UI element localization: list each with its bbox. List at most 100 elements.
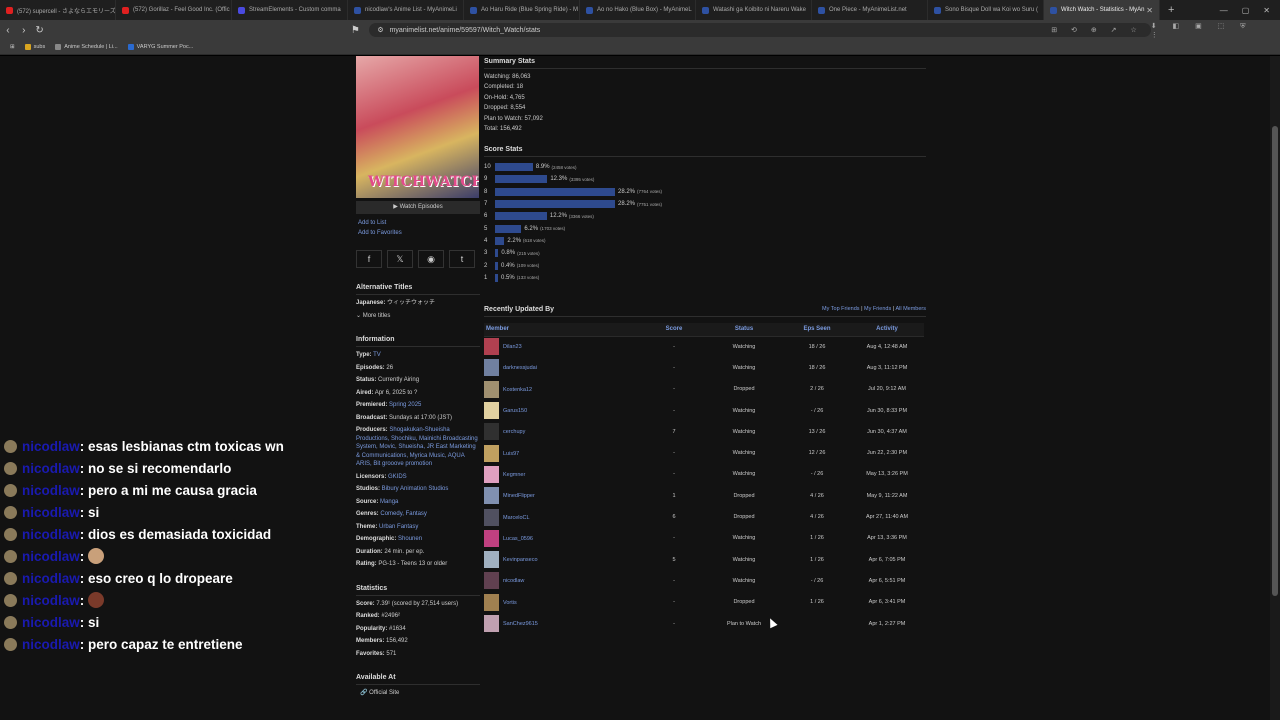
avatar[interactable] [484,529,499,547]
tab-favicon-icon [6,6,13,14]
browser-tab[interactable]: Sono Bisque Doll wa Koi wo Suru ( [928,0,1044,20]
add-to-favorites-link[interactable]: Add to Favorites [356,230,480,236]
back-icon[interactable]: ‹ [0,25,16,36]
extensions-icons[interactable]: ⬇ ◧ ▣ ⬚ ⛨ ⋮ [1151,22,1280,39]
apps-icon[interactable]: ⊞ [10,44,15,50]
browser-tab[interactable]: (572) Gorillaz - Feel Good Inc. (Offic [116,0,232,20]
member-name-link[interactable]: nicodlaw [503,578,524,584]
site-info-icon[interactable]: ⚙ [377,26,383,34]
available-at-heading: Available At [356,674,480,685]
top-friends-link[interactable]: My Top Friends [822,306,860,312]
facebook-icon[interactable]: f [356,250,382,268]
info-value[interactable]: TV [373,352,381,358]
member-activity: Apr 6, 3:41 PM [868,599,906,606]
friends-link[interactable]: My Friends [864,306,891,312]
browser-tab[interactable]: Witch Watch - Statistics - MyAn ✕ [1044,0,1160,20]
info-row: Genres: Comedy, Fantasy [356,510,480,519]
avatar[interactable] [484,551,499,569]
avatar[interactable] [484,508,499,526]
member-name-link[interactable]: Kevinpanseco [503,557,538,563]
watch-episodes-button[interactable]: ▶ Watch Episodes [356,201,480,214]
member-name-link[interactable]: Vortis [503,600,517,606]
info-value[interactable]: Shogakukan-Shueisha Productions, Shochik… [356,427,478,467]
bookmark-icon[interactable]: ⚑ [347,25,363,36]
member-name-link[interactable]: Garus150 [503,408,527,414]
info-value[interactable]: Comedy, Fantasy [380,511,427,517]
scrollbar[interactable] [1270,56,1280,720]
member-name-link[interactable]: MinedFlipper [503,493,535,499]
info-value: Sundays at 17:00 (JST) [389,414,453,421]
column-member[interactable]: Member [484,323,644,337]
member-activity: Apr 27, 11:40 AM [865,514,909,521]
member-name-link[interactable]: Kegmner [503,472,525,478]
column-score[interactable]: Score [644,323,704,337]
info-value[interactable]: Bibury Animation Studios [382,486,449,492]
member-name-link[interactable]: Lucas_0596 [503,536,533,542]
info-value[interactable]: Shounen [398,536,422,542]
avatar[interactable] [484,338,499,356]
avatar[interactable] [484,402,499,420]
member-name-link[interactable]: cerchupy [503,429,525,435]
maximize-icon[interactable]: ▢ [1242,6,1250,15]
add-to-list-link[interactable]: Add to List [356,220,480,226]
all-members-link[interactable]: All Members [895,306,926,312]
more-titles-link[interactable]: ⌄ More titles [356,312,480,321]
new-tab-icon[interactable]: + [1160,4,1182,16]
member-name-link[interactable]: Luis97 [503,451,519,457]
browser-tab[interactable]: Ao Haru Ride (Blue Spring Ride) - M [464,0,580,20]
official-site-link[interactable]: 🔗 Official Site [356,689,480,698]
avatar[interactable] [484,487,499,505]
tab-favicon-icon [934,6,941,14]
bookmark-item[interactable]: Anime Schedule | Li... [55,44,118,50]
browser-tab[interactable]: Watashi ga Koibito ni Nareru Wake [696,0,812,20]
avatar[interactable] [484,444,499,462]
member-activity: Aug 3, 11:12 PM [866,364,908,371]
avatar[interactable] [484,423,499,441]
avatar[interactable] [484,359,499,377]
avatar[interactable] [484,465,499,483]
x-twitter-icon[interactable]: 𝕏 [387,250,413,268]
close-tab-icon[interactable]: ✕ [1146,6,1153,15]
avatar[interactable] [484,593,499,611]
browser-tab[interactable]: One Piece - MyAnimeList.net [812,0,928,20]
browser-tab[interactable]: StreamElements - Custom comma [232,0,348,20]
address-bar[interactable]: ⚙ myanimelist.net/anime/59597/Witch_Watc… [369,23,1151,37]
stat-value: #1634 [389,625,406,632]
member-name-link[interactable]: SanChez9615 [503,621,538,627]
chat-emote-icon [88,548,105,564]
browser-tab[interactable]: nicodlaw's Anime List - MyAnimeLi [348,0,464,20]
member-name-link[interactable]: MarceloCL [503,514,530,520]
member-name-link[interactable]: Dilan23 [503,344,522,350]
chat-message: nicodlaw: no se si recomendarlo [0,458,300,480]
column-status[interactable]: Status [704,323,784,337]
bookmark-item[interactable]: subs [24,44,45,50]
browser-tab[interactable]: Ao no Hako (Blue Box) - MyAnimeL [580,0,696,20]
page-content: WITCHWATCH ▶ Watch Episodes Add to List … [0,56,1280,720]
forward-icon[interactable]: › [16,25,32,36]
member-name-link[interactable]: Kostenka12 [503,387,532,393]
column-eps-seen[interactable]: Eps Seen [784,323,850,337]
member-name-link[interactable]: darknessjudai [503,365,537,371]
info-value[interactable]: Spring 2025 [389,402,421,408]
member-score: - [673,620,675,627]
scrollbar-thumb[interactable] [1272,126,1278,596]
avatar[interactable] [484,380,499,398]
info-label: Type: [356,352,372,358]
avatar[interactable] [484,572,499,590]
chat-text: : dios es demasiada toxicidad [79,527,272,542]
summary-label: Watching: [484,73,511,80]
close-window-icon[interactable]: ✕ [1263,6,1270,15]
bookmark-item[interactable]: VARYG Summer Poc... [127,44,193,50]
tumblr-icon[interactable]: t [449,250,475,268]
info-value[interactable]: Urban Fantasy [379,524,418,530]
score-number: 10 [484,164,491,171]
avatar[interactable] [484,615,499,632]
reddit-icon[interactable]: ◉ [418,250,444,268]
reload-icon[interactable]: ↻ [32,25,48,36]
info-value[interactable]: Manga [380,499,398,505]
column-activity[interactable]: Activity [850,323,924,337]
browser-tab[interactable]: (572) supercell - さよならエモリーズ - Y [0,0,116,20]
anime-poster[interactable]: WITCHWATCH [356,56,479,198]
minimize-icon[interactable]: — [1220,6,1228,15]
info-value[interactable]: GKIDS [388,474,407,480]
